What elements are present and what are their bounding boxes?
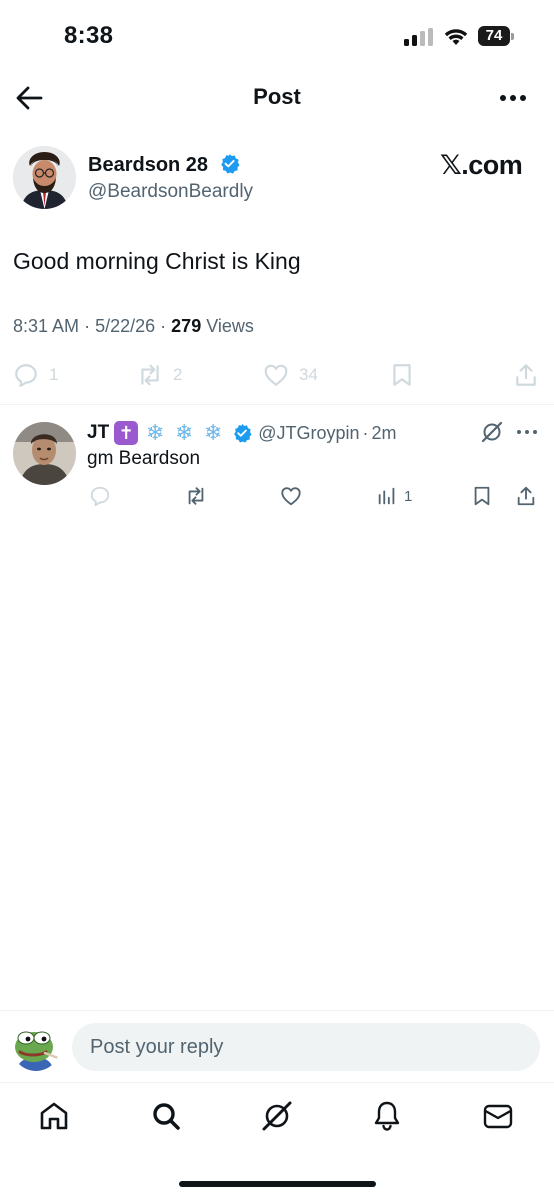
x-com-watermark: 𝕏.com xyxy=(440,150,523,180)
reply-separator: · xyxy=(362,422,369,443)
battery-tip xyxy=(511,33,514,40)
reply-views-button[interactable]: 1 xyxy=(376,484,412,508)
author-name[interactable]: Beardson 28 xyxy=(88,154,208,177)
cross-emoji: ✝ xyxy=(114,421,139,445)
bottom-nav xyxy=(0,1082,554,1199)
grok-icon xyxy=(262,1101,292,1131)
repost-icon xyxy=(188,487,204,505)
cellular-signal-icon xyxy=(404,28,433,46)
reply-views-count: 1 xyxy=(404,487,413,505)
nav-home[interactable] xyxy=(37,1099,71,1133)
reply-author-handle[interactable]: @JTGroypin xyxy=(258,423,359,444)
reply-age: 2m xyxy=(371,422,397,443)
reply-action-bar: 1 xyxy=(0,484,554,510)
bookmark-icon xyxy=(393,364,411,386)
snowflake-emoji: ❄ xyxy=(203,420,223,445)
verified-badge-icon xyxy=(221,153,240,174)
battery-level: 74 xyxy=(478,26,510,46)
top-header: Post xyxy=(0,72,554,124)
reply-author-name[interactable]: JT xyxy=(87,422,109,444)
post-time: 8:31 AM xyxy=(13,316,80,336)
meta-separator: · xyxy=(160,316,167,336)
analytics-icon xyxy=(378,487,395,505)
post-views-count: 279 xyxy=(171,316,202,336)
snowflake-emoji: ❄ xyxy=(145,420,165,445)
grok-icon[interactable] xyxy=(480,420,504,444)
meta-separator: · xyxy=(84,316,91,336)
main-post: Beardson 28 @BeardsonBeardly 𝕏.com Good … xyxy=(0,140,554,404)
heart-icon xyxy=(264,364,288,386)
reply-avatar[interactable] xyxy=(13,422,76,485)
ellipsis-icon[interactable] xyxy=(514,422,540,442)
post-date: 5/22/26 xyxy=(95,316,156,336)
author-avatar-image xyxy=(13,146,76,209)
reply-like-button[interactable] xyxy=(280,484,302,508)
reply-repost-button[interactable] xyxy=(185,484,207,508)
share-icon xyxy=(517,486,535,506)
notifications-icon xyxy=(374,1101,400,1131)
battery-indicator: 74 xyxy=(478,26,514,46)
reply-avatar-image xyxy=(13,422,76,485)
author-handle[interactable]: @BeardsonBeardly xyxy=(88,181,253,203)
reply-icon xyxy=(90,486,110,507)
author-avatar[interactable] xyxy=(13,146,76,209)
post-divider xyxy=(0,404,554,405)
reply-composer xyxy=(0,1010,554,1082)
frog-avatar-image xyxy=(12,1023,60,1071)
heart-icon xyxy=(281,487,301,506)
reply-post[interactable]: JT ✝ ❄ ❄ ❄ @JTGroypin · 2m gm Beardson 1 xyxy=(0,406,554,516)
ellipsis-icon[interactable] xyxy=(498,86,528,110)
post-action-bar: 1 2 34 xyxy=(0,360,554,394)
reply-header: JT ✝ ❄ ❄ ❄ @JTGroypin · 2m xyxy=(87,420,397,446)
search-icon xyxy=(153,1103,180,1130)
reply-bookmark-button[interactable] xyxy=(471,484,493,508)
reply-icon xyxy=(15,364,37,387)
reply-share-button[interactable] xyxy=(515,484,537,508)
post-meta: 8:31 AM · 5/22/26 · 279 Views xyxy=(13,316,254,337)
repost-count: 2 xyxy=(173,365,183,384)
bookmark-button[interactable] xyxy=(389,360,415,390)
nav-messages[interactable] xyxy=(481,1099,515,1133)
like-button[interactable]: 34 xyxy=(263,360,318,390)
home-icon xyxy=(40,1102,68,1130)
post-views-label: Views xyxy=(206,316,254,336)
reply-count: 1 xyxy=(49,365,59,384)
nav-notifications[interactable] xyxy=(370,1099,404,1133)
share-icon xyxy=(516,364,536,386)
reply-input[interactable] xyxy=(72,1023,540,1071)
messages-icon xyxy=(483,1104,513,1129)
snowflake-emoji: ❄ xyxy=(174,420,194,445)
post-text: Good morning Christ is King xyxy=(13,248,301,274)
wifi-icon xyxy=(444,29,468,45)
reply-button[interactable]: 1 xyxy=(13,360,58,390)
home-indicator xyxy=(179,1181,376,1187)
verified-badge-icon xyxy=(234,423,252,443)
repost-icon xyxy=(141,364,159,386)
page-title: Post xyxy=(253,84,301,109)
reply-text: gm Beardson xyxy=(87,448,201,469)
repost-button[interactable]: 2 xyxy=(137,360,182,390)
status-bar: 8:38 74 xyxy=(0,0,554,72)
bookmark-icon xyxy=(474,486,490,506)
nav-search[interactable] xyxy=(149,1099,183,1133)
like-count: 34 xyxy=(299,365,318,384)
my-avatar[interactable] xyxy=(12,1023,60,1071)
nav-grok[interactable] xyxy=(260,1099,294,1133)
status-time: 8:38 xyxy=(64,22,114,49)
reply-reply-button[interactable] xyxy=(89,484,111,508)
share-button[interactable] xyxy=(513,360,539,390)
